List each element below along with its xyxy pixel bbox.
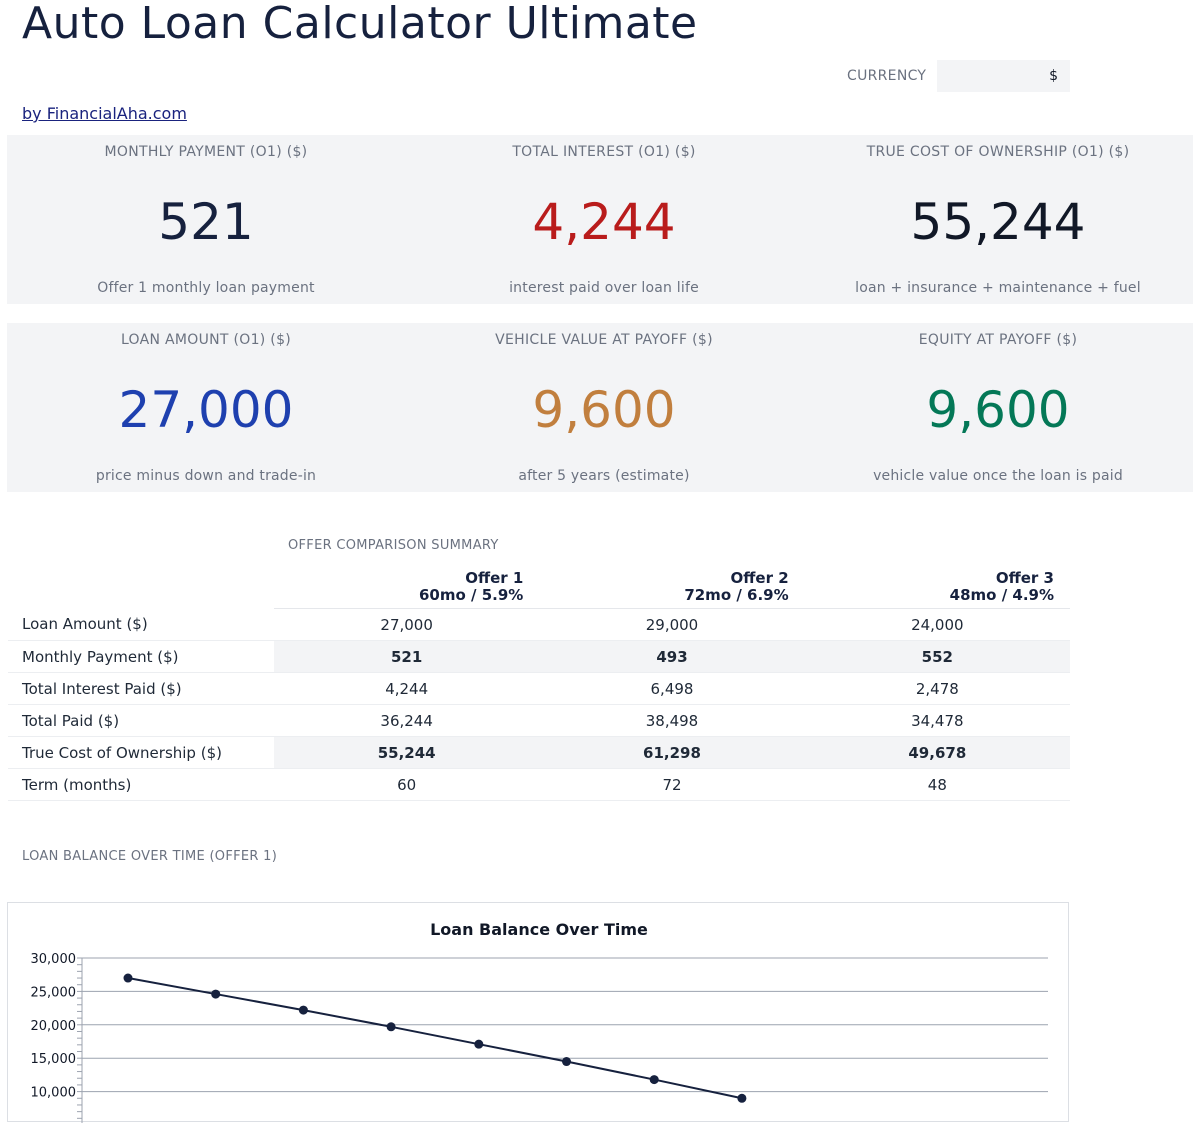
kpi-subtext: price minus down and trade-in [95, 468, 317, 484]
kpi-label: VEHICLE VALUE AT PAYOFF ($) [495, 332, 713, 348]
table-row: Loan Amount ($) 27,000 29,000 24,000 [8, 608, 1070, 641]
table-header-offer-2: Offer 2 72mo / 6.9% [539, 566, 805, 609]
cell-value: 493 [539, 640, 805, 673]
offer-name: Offer 1 [465, 569, 524, 587]
kpi-subtext: loan + insurance + maintenance + fuel [855, 280, 1141, 296]
kpi-label: LOAN AMOUNT (O1) ($) [120, 332, 292, 348]
cell-value: 34,478 [804, 704, 1070, 737]
y-tick-label: 20,000 [31, 1019, 77, 1034]
data-point [562, 1057, 571, 1067]
cell-value: 2,478 [804, 672, 1070, 705]
kpi-value: 9,600 [926, 381, 1070, 439]
balance-section-title: LOAN BALANCE OVER TIME (OFFER 1) [22, 849, 278, 864]
cell-value: 552 [804, 640, 1070, 673]
kpi-row-1: MONTHLY PAYMENT (O1) ($) 521 Offer 1 mon… [7, 135, 1193, 304]
kpi-label: TRUE COST OF OWNERSHIP (O1) ($) [866, 144, 1130, 160]
cell-value: 49,678 [804, 736, 1070, 769]
data-point [737, 1093, 747, 1103]
byline-link[interactable]: by FinancialAha.com [22, 104, 187, 123]
cell-value: 55,244 [274, 736, 540, 769]
kpi-vehicle-value: VEHICLE VALUE AT PAYOFF ($) 9,600 after … [405, 323, 803, 492]
loan-balance-chart: Loan Balance Over Time 10,000 15,000 20,000… [7, 902, 1069, 1123]
cell-value: 27,000 [274, 608, 540, 641]
kpi-equity: EQUITY AT PAYOFF ($) 9,600 vehicle value… [803, 323, 1193, 492]
kpi-subtext: after 5 years (estimate) [518, 468, 690, 484]
y-tick-label: 10,000 [31, 1086, 77, 1101]
offer-detail: 48mo / 4.9% [949, 586, 1054, 604]
kpi-row-2: LOAN AMOUNT (O1) ($) 27,000 price minus … [7, 323, 1193, 492]
kpi-label: EQUITY AT PAYOFF ($) [918, 332, 1078, 348]
kpi-value: 521 [158, 193, 254, 251]
currency-input[interactable]: $ [937, 60, 1070, 92]
y-tick-label: 30,000 [31, 952, 77, 967]
comparison-section-title: OFFER COMPARISON SUMMARY [288, 538, 499, 553]
kpi-label: MONTHLY PAYMENT (O1) ($) [104, 144, 308, 160]
table-header-blank [8, 566, 274, 609]
data-point [211, 989, 221, 999]
kpi-subtext: Offer 1 monthly loan payment [97, 280, 315, 296]
y-tick-label: 25,000 [31, 985, 77, 1000]
chart-svg: Loan Balance Over Time 10,000 15,000 20,000… [31, 920, 1048, 1123]
row-label: Term (months) [8, 768, 274, 801]
offer-name: Offer 3 [995, 569, 1054, 587]
currency-label: CURRENCY [847, 68, 927, 84]
cell-value: 24,000 [804, 608, 1070, 641]
table-header-row: Offer 1 60mo / 5.9% Offer 2 72mo / 6.9% Of… [8, 566, 1070, 609]
cell-value: 60 [274, 768, 540, 801]
row-label: True Cost of Ownership ($) [8, 736, 274, 769]
row-label: Loan Amount ($) [8, 608, 274, 641]
kpi-monthly-payment: MONTHLY PAYMENT (O1) ($) 521 Offer 1 mon… [7, 135, 405, 304]
chart-title: Loan Balance Over Time [430, 920, 648, 939]
table-row: Total Paid ($) 36,244 38,498 34,478 [8, 704, 1070, 737]
offer-name: Offer 2 [730, 569, 789, 587]
table-row: Monthly Payment ($) 521 493 552 [8, 640, 1070, 673]
data-point [298, 1005, 308, 1015]
table-row: True Cost of Ownership ($) 55,244 61,298… [8, 736, 1070, 769]
table-header-offer-3: Offer 3 48mo / 4.9% [804, 566, 1070, 609]
cell-value: 4,244 [274, 672, 540, 705]
data-point [474, 1039, 484, 1049]
row-label: Total Interest Paid ($) [8, 672, 274, 705]
offer-detail: 72mo / 6.9% [684, 586, 789, 604]
row-label: Monthly Payment ($) [8, 640, 274, 673]
data-point [649, 1075, 659, 1085]
kpi-value: 9,600 [532, 381, 676, 439]
cell-value: 521 [274, 640, 540, 673]
kpi-true-cost: TRUE COST OF OWNERSHIP (O1) ($) 55,244 l… [803, 135, 1193, 304]
cell-value: 29,000 [539, 608, 805, 641]
kpi-subtext: interest paid over loan life [509, 280, 699, 296]
data-point [123, 973, 133, 983]
cell-value: 6,498 [539, 672, 805, 705]
cell-value: 36,244 [274, 704, 540, 737]
y-tick-label: 15,000 [31, 1052, 77, 1067]
offer-detail: 60mo / 5.9% [418, 586, 524, 604]
comparison-table: Offer 1 60mo / 5.9% Offer 2 72mo / 6.9% Of… [8, 566, 1070, 801]
cell-value: 48 [804, 768, 1070, 801]
kpi-value: 4,244 [532, 193, 676, 251]
page-title: Auto Loan Calculator Ultimate [22, 0, 698, 49]
table-row: Term (months) 60 72 48 [8, 768, 1070, 801]
table-header-offer-1: Offer 1 60mo / 5.9% [274, 566, 540, 609]
cell-value: 72 [539, 768, 805, 801]
kpi-subtext: vehicle value once the loan is paid [873, 468, 1123, 484]
cell-value: 38,498 [539, 704, 805, 737]
kpi-value: 55,244 [910, 193, 1086, 251]
kpi-loan-amount: LOAN AMOUNT (O1) ($) 27,000 price minus … [7, 323, 405, 492]
kpi-total-interest: TOTAL INTEREST (O1) ($) 4,244 interest p… [405, 135, 803, 304]
kpi-label: TOTAL INTEREST (O1) ($) [512, 144, 696, 160]
data-point [386, 1022, 396, 1032]
row-label: Total Paid ($) [8, 704, 274, 737]
cell-value: 61,298 [539, 736, 805, 769]
table-row: Total Interest Paid ($) 4,244 6,498 2,47… [8, 672, 1070, 705]
kpi-value: 27,000 [118, 381, 294, 439]
